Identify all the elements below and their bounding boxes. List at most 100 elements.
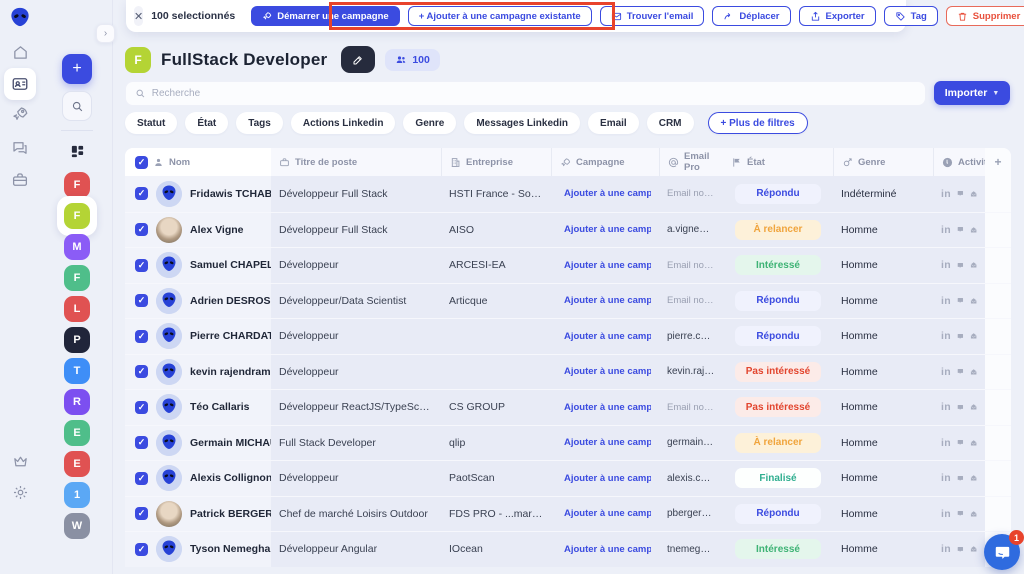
table-row[interactable]: ✓ Adrien DESROSES Développeur/Data Scien… [125,283,1011,319]
close-selection-button[interactable]: ✕ [134,6,143,26]
inbox-mail-icon[interactable] [970,508,977,520]
status-cell[interactable]: Répondu [723,326,833,346]
workspace-avatar[interactable]: F [64,203,90,229]
inbox-mail-icon[interactable] [970,224,977,236]
row-checkbox[interactable]: ✓ [135,187,148,200]
workspace-avatar[interactable]: F [64,172,90,198]
status-cell[interactable]: Finalisé [723,468,833,488]
linkedin-icon[interactable]: in [941,366,951,378]
message-icon[interactable] [957,260,964,271]
column-header-etat[interactable]: État [723,148,833,176]
chat-widget-button[interactable]: 1 [984,534,1020,570]
message-icon[interactable] [957,544,964,555]
crown-icon[interactable] [8,449,32,473]
tag-button[interactable]: Tag [884,6,938,26]
table-row[interactable]: ✓ Alex Vigne Développeur Full Stack AISO… [125,212,1011,248]
table-row[interactable]: ✓ Alexis Collignon Développeur PaotScan … [125,460,1011,496]
status-cell[interactable]: Intéressé [723,255,833,275]
linkedin-icon[interactable]: in [941,259,951,271]
table-row[interactable]: ✓ Samuel CHAPEL Développeur ARCESI-EA Aj… [125,247,1011,283]
column-header-genre[interactable]: Genre [833,148,933,176]
move-button[interactable]: Déplacer [712,6,790,26]
filter-chip[interactable]: Statut [125,112,177,134]
message-icon[interactable] [957,402,964,413]
column-header-campagne[interactable]: Campagne [551,148,659,176]
message-icon[interactable] [957,224,964,235]
status-cell[interactable]: Répondu [723,184,833,204]
message-icon[interactable] [957,437,964,448]
table-row[interactable]: ✓ Patrick BERGER Chef de marché Loisirs … [125,496,1011,532]
row-checkbox[interactable]: ✓ [135,436,148,449]
add-to-campaign-link[interactable]: Ajouter à une campagne [559,188,651,199]
delete-button[interactable]: Supprimer [946,6,1024,26]
search-input[interactable] [152,88,916,99]
settings-gear-icon[interactable] [8,480,32,504]
column-header-email[interactable]: Email Pro [659,148,723,176]
message-icon[interactable] [957,295,964,306]
message-icon[interactable] [957,508,964,519]
select-all-checkbox[interactable]: ✓ [135,156,148,169]
add-to-campaign-link[interactable]: Ajouter à une campagne [559,260,651,271]
workspace-avatar[interactable]: F [64,265,90,291]
export-button[interactable]: Exporter [799,6,876,26]
import-button[interactable]: Importer▼ [934,81,1010,105]
row-checkbox[interactable]: ✓ [135,507,148,520]
add-to-campaign-link[interactable]: Ajouter à une campagne [559,473,651,484]
workspace-avatar[interactable]: R [64,389,90,415]
status-cell[interactable]: À relancer [723,220,833,240]
linkedin-icon[interactable]: in [941,543,951,555]
add-list-button[interactable]: + [62,54,92,84]
status-cell[interactable]: Répondu [723,291,833,311]
table-row[interactable]: ✓ Pierre CHARDAT Développeur Ajouter à u… [125,318,1011,354]
search-lists-button[interactable] [62,91,92,121]
status-cell[interactable]: Intéressé [723,539,833,559]
filter-chip[interactable]: Messages Linkedin [464,112,580,134]
linkedin-icon[interactable]: in [941,330,951,342]
workspace-avatar[interactable]: E [64,451,90,477]
table-row[interactable]: ✓ Téo Callaris Développeur ReactJS/TypeS… [125,389,1011,425]
expand-sidebar-chevron[interactable]: › [96,24,115,43]
row-checkbox[interactable]: ✓ [135,294,148,307]
add-to-campaign-link[interactable]: Ajouter à une campagne [559,402,651,413]
table-row[interactable]: ✓ Fridawis TCHABODI Développeur Full Sta… [125,176,1011,212]
table-row[interactable]: ✓ kevin rajendram Développeur Ajouter à … [125,354,1011,390]
status-cell[interactable]: À relancer [723,433,833,453]
start-campaign-button[interactable]: Démarrer une campagne [251,6,399,26]
add-to-campaign-link[interactable]: Ajouter à une campagne [559,366,651,377]
row-checkbox[interactable]: ✓ [135,223,148,236]
inbox-mail-icon[interactable] [970,437,977,449]
column-header-activite[interactable]: Activité [933,148,985,176]
find-email-button[interactable]: Trouver l'email [600,6,705,26]
workspace-avatar[interactable]: 1 [64,482,90,508]
all-lists-grid-icon[interactable] [62,136,92,166]
campaigns-rocket-icon[interactable] [8,102,32,126]
briefcase-icon[interactable] [8,168,32,192]
message-icon[interactable] [957,473,964,484]
linkedin-icon[interactable]: in [941,224,951,236]
linkedin-icon[interactable]: in [941,188,951,200]
column-header-titre[interactable]: Titre de poste [271,148,441,176]
workspace-avatar[interactable]: T [64,358,90,384]
linkedin-icon[interactable]: in [941,401,951,413]
message-icon[interactable] [957,188,964,199]
filter-chip[interactable]: Genre [403,112,456,134]
linkedin-icon[interactable]: in [941,508,951,520]
message-icon[interactable] [957,366,964,377]
inbox-mail-icon[interactable] [970,188,977,200]
messages-icon[interactable] [8,136,32,160]
more-filters-button[interactable]: + Plus de filtres [708,112,808,134]
workspace-avatar[interactable]: M [64,234,90,260]
inbox-mail-icon[interactable] [970,295,977,307]
workspace-avatar[interactable]: P [64,327,90,353]
inbox-mail-icon[interactable] [970,401,977,413]
status-cell[interactable]: Pas intéressé [723,397,833,417]
status-cell[interactable]: Pas intéressé [723,362,833,382]
linkedin-icon[interactable]: in [941,472,951,484]
row-checkbox[interactable]: ✓ [135,330,148,343]
column-header-nom[interactable]: ✓ Nom [125,148,271,176]
add-column-button[interactable]: + [985,148,1011,176]
workspace-avatar[interactable]: L [64,296,90,322]
row-checkbox[interactable]: ✓ [135,365,148,378]
home-icon[interactable] [8,40,32,64]
row-checkbox[interactable]: ✓ [135,543,148,556]
